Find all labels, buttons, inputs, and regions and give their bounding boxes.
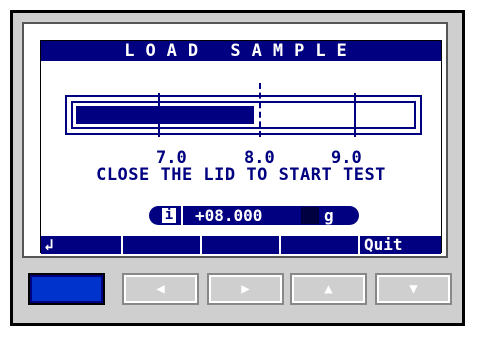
quit-softkey[interactable]: Quit	[360, 236, 441, 254]
blank-button[interactable]	[28, 273, 105, 305]
gauge-track	[71, 101, 416, 129]
up-arrow-button[interactable]: ▲	[290, 273, 367, 305]
gauge-fill	[76, 106, 254, 124]
down-arrow-button[interactable]: ▼	[375, 273, 452, 305]
right-arrow-icon: ▶	[241, 281, 250, 297]
screen-title: LOAD SAMPLE	[41, 41, 441, 61]
cursor-block	[301, 207, 319, 224]
weight-readout: i +08.000 g	[149, 206, 359, 225]
softkey-bar: ↲ Quit	[41, 236, 441, 254]
left-arrow-icon: ◀	[156, 281, 165, 297]
gauge-tick-9	[354, 93, 356, 137]
display-screen: LOAD SAMPLE 7.0 8.0 9.0 CLOSE THE LID TO…	[40, 40, 442, 254]
info-icon: i	[162, 208, 176, 223]
gauge-tick-8	[259, 83, 263, 137]
readout-divider	[181, 206, 183, 225]
softkey-4[interactable]	[281, 236, 360, 254]
weight-value: +08.000	[195, 206, 263, 225]
hardware-button-row: ◀ ▶ ▲ ▼	[22, 265, 452, 309]
gauge-tick-7	[158, 93, 160, 137]
softkey-enter-icon[interactable]: ↲	[41, 236, 123, 254]
weight-gauge	[65, 83, 422, 137]
right-arrow-button[interactable]: ▶	[207, 273, 284, 305]
weight-unit: g	[324, 206, 334, 225]
down-arrow-icon: ▼	[409, 281, 418, 297]
status-message: CLOSE THE LID TO START TEST	[96, 165, 386, 185]
softkey-2[interactable]	[123, 236, 202, 254]
softkey-3[interactable]	[202, 236, 281, 254]
left-arrow-button[interactable]: ◀	[122, 273, 199, 305]
up-arrow-icon: ▲	[324, 281, 333, 297]
